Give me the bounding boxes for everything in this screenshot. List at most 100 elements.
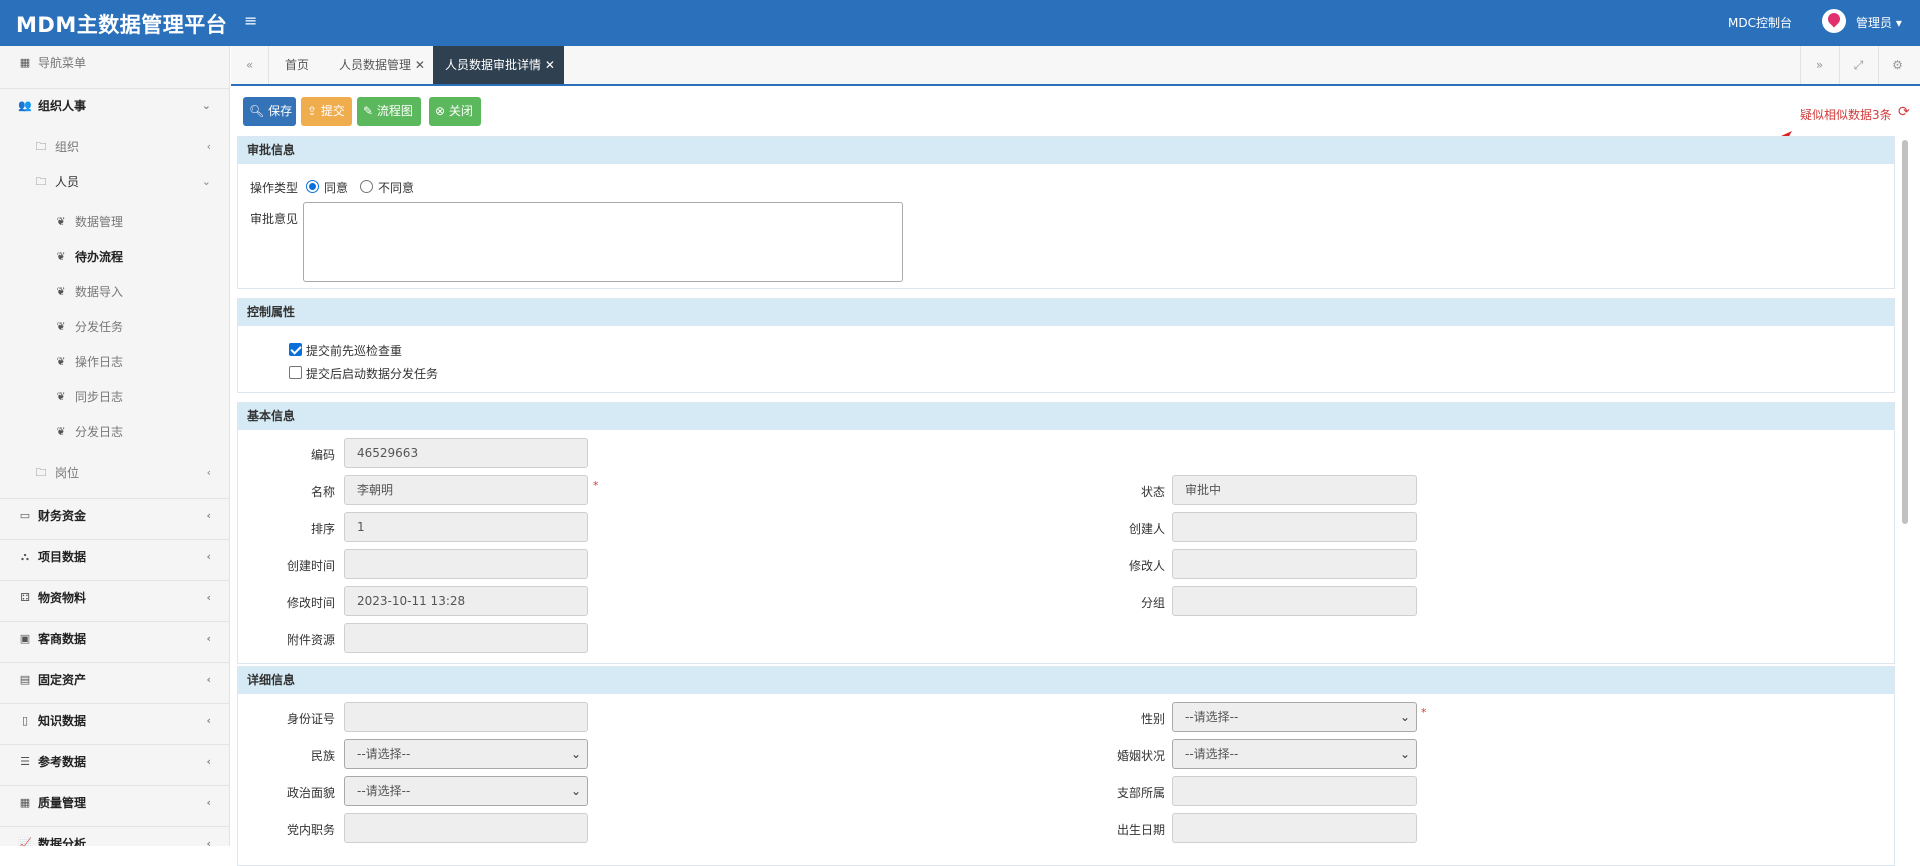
- chevron-left-icon: ‹: [206, 466, 211, 479]
- tab-personnel-approval-detail[interactable]: 人员数据审批详情 ✕: [433, 46, 564, 84]
- distribute-label: 提交后启动数据分发任务: [306, 367, 439, 381]
- approval-title: 审批信息: [238, 137, 1894, 164]
- map-pin-icon[interactable]: [1822, 9, 1846, 33]
- name-field[interactable]: 李朝明: [344, 475, 588, 505]
- tab-bar: « 首页 人员数据管理 ✕ 人员数据审批详情 ✕ » ⤢ ⚙: [231, 46, 1920, 86]
- tab-scroll-left-icon[interactable]: «: [231, 46, 269, 84]
- save-button[interactable]: 🔍︎ 保存: [243, 97, 296, 126]
- status-field[interactable]: 审批中: [1172, 475, 1417, 505]
- tab-scroll-right-icon[interactable]: »: [1800, 46, 1838, 84]
- attach-field[interactable]: [344, 623, 588, 653]
- sidebar-item-org-hr[interactable]: 👥 组织人事 ⌄: [0, 88, 229, 122]
- modify-time-label: 修改时间: [286, 596, 335, 610]
- sidebar-item-dist-task[interactable]: ❦ 分发任务: [0, 310, 229, 344]
- sidebar-item-dist-log[interactable]: ❦ 分发日志: [0, 415, 229, 449]
- order-field[interactable]: 1: [344, 512, 588, 542]
- precheck-checkbox[interactable]: [289, 343, 302, 356]
- group-label: 分组: [1140, 596, 1165, 610]
- leaf-icon: ❦: [56, 390, 66, 403]
- required-mark: *: [1421, 706, 1427, 719]
- scrollbar[interactable]: [1902, 140, 1908, 524]
- bars-icon[interactable]: ≡: [244, 11, 257, 30]
- tab-home[interactable]: 首页: [281, 46, 313, 84]
- sidebar-item-reference[interactable]: ☰ 参考数据 ‹: [0, 744, 229, 778]
- sidebar-item-fixed-asset[interactable]: ▤ 固定资产 ‹: [0, 662, 229, 696]
- sidebar-item-data-import[interactable]: ❦ 数据导入: [0, 275, 229, 309]
- flowchart-button[interactable]: ✎ 流程图: [357, 97, 421, 126]
- list-icon: ☰: [20, 755, 30, 768]
- submit-button[interactable]: ⇪ 提交: [301, 97, 352, 126]
- idcard-label: 身份证号: [286, 712, 335, 726]
- sidebar-item-project[interactable]: ⛬ 项目数据 ‹: [0, 539, 229, 573]
- fullscreen-icon[interactable]: ⤢: [1839, 46, 1877, 84]
- file-icon: ▯: [21, 714, 29, 727]
- modify-time-field[interactable]: 2023-10-11 13:28: [344, 586, 588, 616]
- close-button[interactable]: ⊗ 关闭: [429, 97, 481, 126]
- branch-field[interactable]: [1172, 776, 1417, 806]
- political-select[interactable]: --请选择-- ⌄: [344, 776, 588, 806]
- disagree-radio[interactable]: [360, 180, 373, 193]
- status-label: 状态: [1140, 485, 1165, 499]
- sidebar-item-finance[interactable]: ▭ 财务资金 ‹: [0, 498, 229, 532]
- code-field[interactable]: 46529663: [344, 438, 588, 468]
- agree-label: 同意: [324, 181, 349, 195]
- nation-select[interactable]: --请选择-- ⌄: [344, 739, 588, 769]
- required-mark: *: [593, 479, 599, 492]
- sidebar-item-quality[interactable]: ▦ 质量管理 ‹: [0, 785, 229, 819]
- birth-field[interactable]: [1172, 813, 1417, 843]
- chart-icon: 📈: [18, 837, 32, 846]
- close-tab-icon[interactable]: ✕: [415, 58, 425, 72]
- chevron-left-icon: ‹: [206, 796, 211, 809]
- sidebar-item-merchant[interactable]: ▣ 客商数据 ‹: [0, 621, 229, 655]
- gender-select[interactable]: --请选择-- ⌄: [1172, 702, 1417, 732]
- party-post-field[interactable]: [344, 813, 588, 843]
- upload-icon: ⇪: [307, 104, 318, 118]
- opinion-label: 审批意见: [250, 212, 299, 226]
- chevron-left-icon: ‹: [206, 591, 211, 604]
- create-time-field[interactable]: [344, 549, 588, 579]
- opinion-textarea[interactable]: [303, 202, 903, 282]
- chevron-down-icon: ⌄: [1399, 747, 1410, 761]
- distribute-checkbox[interactable]: [289, 366, 302, 379]
- folder-open-icon: 🗀: [35, 175, 47, 188]
- name-label: 名称: [310, 485, 335, 499]
- disagree-label: 不同意: [378, 181, 415, 195]
- sidebar-item-post[interactable]: 🗀 岗位 ‹: [0, 456, 229, 490]
- group-field[interactable]: [1172, 586, 1417, 616]
- user-menu[interactable]: 管理员 ▾: [1856, 14, 1902, 31]
- party-post-label: 党内职务: [286, 823, 335, 837]
- tab-personnel-data-manage[interactable]: 人员数据管理 ✕: [335, 46, 429, 84]
- op-type-label: 操作类型: [250, 181, 299, 195]
- folder-icon: 🗀: [35, 140, 47, 153]
- detail-info-panel: 详细信息 身份证号 性别 --请选择-- ⌄ * 民族 --请选择-- ⌄ 婚姻状况…: [237, 666, 1895, 866]
- agree-radio[interactable]: [306, 180, 319, 193]
- sidebar-item-todo-flow[interactable]: ❦ 待办流程: [0, 240, 229, 274]
- gear-icon[interactable]: ⚙: [1878, 46, 1916, 84]
- table-icon: ▦: [19, 796, 31, 809]
- sidebar-item-op-log[interactable]: ❦ 操作日志: [0, 345, 229, 379]
- create-time-label: 创建时间: [286, 559, 335, 573]
- birth-label: 出生日期: [1116, 823, 1165, 837]
- creator-field[interactable]: [1172, 512, 1417, 542]
- branch-label: 支部所属: [1116, 786, 1165, 800]
- control-title: 控制属性: [238, 299, 1894, 326]
- control-panel: 控制属性 提交前先巡检查重 提交后启动数据分发任务: [237, 298, 1895, 393]
- sidebar-item-knowledge[interactable]: ▯ 知识数据 ‹: [0, 703, 229, 737]
- sidebar-item-personnel[interactable]: 🗀 人员 ⌄: [0, 165, 229, 199]
- refresh-icon[interactable]: ⟳: [1898, 104, 1910, 120]
- modifier-field[interactable]: [1172, 549, 1417, 579]
- marital-label: 婚姻状况: [1116, 749, 1165, 763]
- sidebar-item-analysis[interactable]: 📈 数据分析 ‹: [0, 826, 229, 846]
- sidebar-item-material[interactable]: ⚃ 物资物料 ‹: [0, 580, 229, 614]
- similar-data-link[interactable]: 疑似相似数据3条: [1800, 106, 1892, 123]
- order-label: 排序: [310, 522, 335, 536]
- idcard-field[interactable]: [344, 702, 588, 732]
- chevron-left-icon: ‹: [206, 755, 211, 768]
- sidebar-item-sync-log[interactable]: ❦ 同步日志: [0, 380, 229, 414]
- sidebar-item-org[interactable]: 🗀 组织 ‹: [0, 130, 229, 164]
- leaf-icon: ❦: [56, 320, 66, 333]
- console-link[interactable]: MDC控制台: [1728, 14, 1792, 31]
- close-tab-icon[interactable]: ✕: [545, 58, 555, 72]
- sidebar-item-data-manage[interactable]: ❦ 数据管理: [0, 205, 229, 239]
- marital-select[interactable]: --请选择-- ⌄: [1172, 739, 1417, 769]
